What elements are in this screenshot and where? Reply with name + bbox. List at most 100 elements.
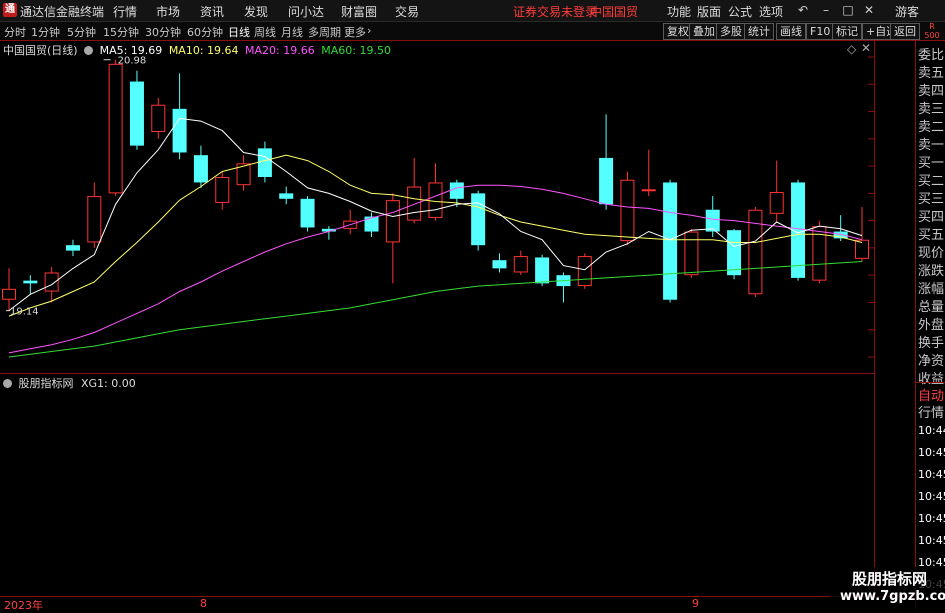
quote-field-0: 委比 <box>918 48 945 63</box>
indicator-collapse-icon[interactable] <box>3 379 12 388</box>
more-chevron-icon[interactable]: › <box>367 24 371 37</box>
period-more[interactable]: 更多 <box>344 24 366 40</box>
period-30min[interactable]: 30分钟 <box>145 24 181 40</box>
candle-body-up <box>684 231 699 276</box>
candle-body-up <box>428 182 443 218</box>
candle-body-down <box>23 280 38 284</box>
indicator-value: XG1: 0.00 <box>81 377 136 390</box>
candle-body-down <box>364 216 379 232</box>
return-button[interactable]: 返回 <box>890 23 920 40</box>
date-month-sep: 9 <box>692 597 699 610</box>
corner-badge: R 500 <box>924 22 940 40</box>
menu-wealth[interactable]: 财富圈 <box>341 3 377 20</box>
candle-body-up <box>215 177 230 203</box>
watermark-site: www.7gpzb.com <box>840 589 945 604</box>
price-axis-border <box>874 41 875 595</box>
menu-market[interactable]: 市场 <box>156 3 180 20</box>
minimize-icon[interactable]: – <box>818 2 834 18</box>
back-icon[interactable]: ↶ <box>795 2 811 18</box>
candle-body-down <box>172 108 187 153</box>
collapse-icon[interactable] <box>84 46 94 55</box>
app-title: 通达信金融终端 <box>20 5 105 19</box>
f10-button[interactable]: F10 <box>806 23 835 40</box>
candle-body-up <box>87 196 102 243</box>
menu-news[interactable]: 资讯 <box>200 3 224 20</box>
ma20-label: MA20: 19.66 <box>245 44 315 57</box>
menu-discover[interactable]: 发现 <box>244 3 268 20</box>
tick-time-3: 10:45 <box>918 490 945 503</box>
quote-field-13: 涨幅 <box>918 282 945 297</box>
date-year: 2023年 <box>4 599 43 612</box>
tab-quote[interactable]: 行情 <box>918 402 944 421</box>
candle-body-down <box>300 198 315 228</box>
candle-body-down <box>471 193 486 246</box>
overlay-button[interactable]: 叠加 <box>689 23 719 40</box>
period-multi[interactable]: 多周期 <box>308 24 341 40</box>
candle-body-down <box>599 157 614 205</box>
close-icon[interactable]: ✕ <box>861 2 877 18</box>
candle-body-up <box>641 189 656 192</box>
app-logo-icon: 通 <box>3 3 17 17</box>
quote-field-11: 现价 <box>918 246 945 261</box>
maximize-icon[interactable]: □ <box>840 2 856 18</box>
candle-body-up <box>385 200 400 243</box>
period-toolbar: 分时 1分钟 5分钟 15分钟 30分钟 60分钟 日线 周线 月线 多周期 更… <box>0 22 945 41</box>
draw-line-button[interactable]: 画线 <box>776 23 806 40</box>
candle-body-down <box>279 193 294 199</box>
quote-field-15: 外盘 <box>918 318 945 333</box>
multi-stock-button[interactable]: 多股 <box>716 23 746 40</box>
candle-body-up <box>769 192 784 214</box>
candle-body-up <box>151 104 166 132</box>
candle-body-up <box>620 179 635 242</box>
candle-body-down <box>129 81 144 146</box>
quote-field-7: 买二 <box>918 174 945 189</box>
candle-body-up <box>44 272 59 292</box>
login-notice[interactable]: 证券交易未登录 <box>513 3 597 20</box>
period-1min[interactable]: 1分钟 <box>31 24 60 40</box>
period-intraday[interactable]: 分时 <box>4 24 26 40</box>
quote-field-4: 卖二 <box>918 120 945 135</box>
menu-trade[interactable]: 交易 <box>395 3 419 20</box>
candlestick-chart[interactable]: 21.0020.8020.6020.4020.2020.0019.8019.60… <box>0 41 874 373</box>
candle-body-up <box>108 63 123 194</box>
date-month-aug: 8 <box>200 597 207 610</box>
quote-field-14: 总量 <box>918 300 945 315</box>
period-5min[interactable]: 5分钟 <box>67 24 96 40</box>
menu-options[interactable]: 选项 <box>759 3 783 20</box>
quote-field-5: 卖一 <box>918 138 945 153</box>
menu-formula[interactable]: 公式 <box>728 3 752 20</box>
tick-time-5: 10:45 <box>918 534 945 547</box>
period-15min[interactable]: 15分钟 <box>103 24 139 40</box>
quote-field-6: 买一 <box>918 156 945 171</box>
period-weekly[interactable]: 周线 <box>254 24 276 40</box>
period-60min[interactable]: 60分钟 <box>187 24 223 40</box>
menu-quotes[interactable]: 行情 <box>113 3 137 20</box>
candle-body-down <box>257 148 272 177</box>
stats-button[interactable]: 统计 <box>744 23 774 40</box>
title-bar: 通 通达信金融终端 行情 市场 资讯 发现 问小达 财富圈 交易 证券交易未登录… <box>0 0 945 22</box>
menu-ask[interactable]: 问小达 <box>288 3 324 20</box>
quote-panel: 委比 卖五 卖四 卖三 卖二 卖一 买一 买二 买三 买四 买五 现价 涨跌 涨幅 总量 外盘 换手 净资 收益 自… <box>915 41 945 609</box>
menu-functions[interactable]: 功能 <box>667 3 691 20</box>
guest-label[interactable]: 游客 <box>895 3 919 20</box>
tick-time-2: 10:45 <box>918 468 945 481</box>
quote-field-9: 买四 <box>918 210 945 225</box>
period-daily[interactable]: 日线 <box>228 24 250 40</box>
quote-field-16: 换手 <box>918 336 945 351</box>
main-chart-info: 中国国贸(日线) MA5: 19.69 MA10: 19.64 MA20: 19… <box>3 42 391 58</box>
candle-body-down <box>663 182 678 300</box>
menu-layout[interactable]: 版面 <box>697 3 721 20</box>
tick-time-1: 10:45 <box>918 446 945 459</box>
date-axis-border <box>0 596 915 597</box>
settings-icon[interactable]: ◇ <box>847 42 856 56</box>
quote-field-17: 净资 <box>918 354 945 369</box>
period-monthly[interactable]: 月线 <box>281 24 303 40</box>
candle-body-up <box>855 239 869 259</box>
candle-body-up <box>2 288 16 300</box>
indicator-panel[interactable]: 股朋指标网 XG1: 0.00 <box>0 374 874 595</box>
close-chart-icon[interactable]: ✕ <box>861 41 871 55</box>
mark-button[interactable]: 标记 <box>832 23 862 40</box>
candle-body-down <box>65 245 80 251</box>
candle-body-down <box>705 209 720 232</box>
candle-body-up <box>577 256 592 287</box>
